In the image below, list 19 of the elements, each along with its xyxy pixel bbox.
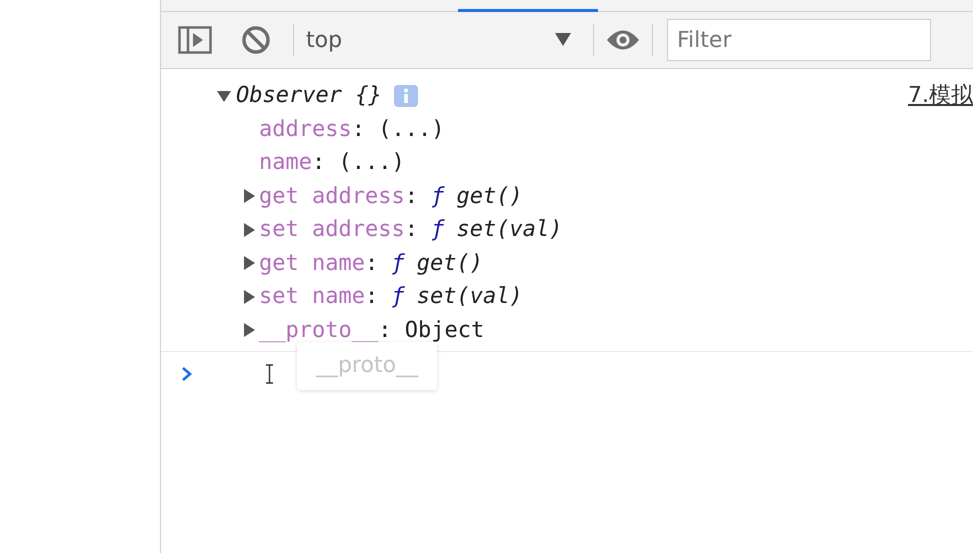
eye-icon[interactable]: [606, 29, 640, 51]
property-line: address: (...): [259, 116, 444, 144]
source-link[interactable]: 7.模拟: [908, 79, 973, 112]
property-line: __proto__: Object: [259, 316, 484, 344]
property-line: get name: ƒ get(): [259, 250, 483, 278]
object-label: Observer {}: [236, 82, 382, 110]
prompt-icon: [181, 366, 192, 382]
filter-field[interactable]: Filter: [667, 19, 931, 61]
dropdown-caret-icon: [555, 33, 571, 47]
property-line: name: (...): [259, 149, 405, 177]
context-selector[interactable]: top: [306, 24, 581, 56]
property-line: set name: ƒ set(val): [259, 283, 523, 311]
property-line: get address: ƒ get(): [259, 182, 523, 210]
clear-console-icon[interactable]: [241, 25, 271, 55]
text-cursor-icon: [265, 364, 274, 384]
collapse-triangle-icon[interactable]: [214, 90, 234, 102]
property-line: set address: ƒ set(val): [259, 216, 562, 244]
info-icon: [394, 84, 418, 107]
sidebar-toggle-icon[interactable]: [178, 26, 212, 54]
